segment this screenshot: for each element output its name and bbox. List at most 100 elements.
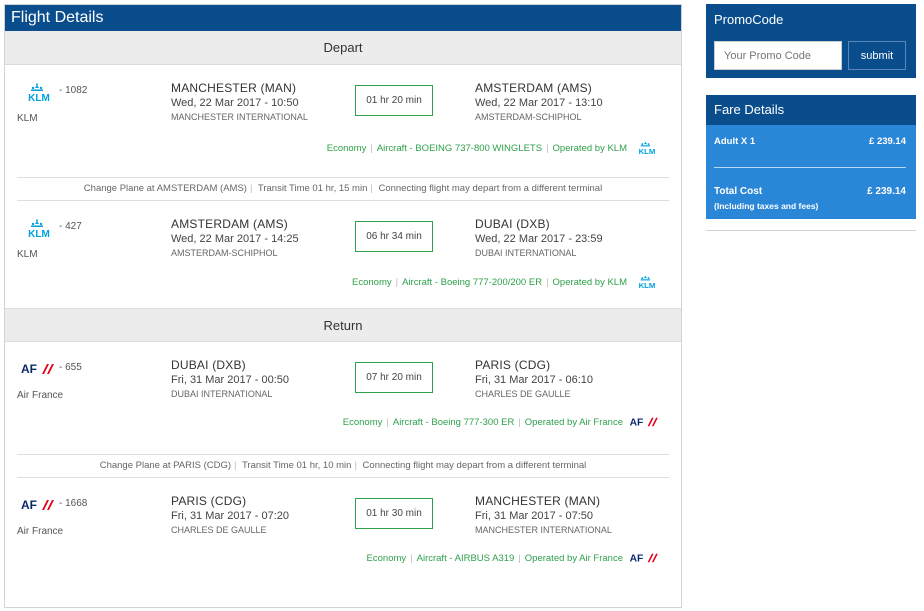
separator: | — [395, 276, 399, 288]
duration-box: 01 hr 20 min — [355, 85, 433, 116]
separator: | — [370, 142, 373, 154]
air-france-logo-icon: AF — [630, 417, 658, 428]
air-france-logo-icon: AF — [21, 362, 54, 376]
return-header: Return — [5, 308, 681, 342]
destination-airport: MANCHESTER INTERNATIONAL — [475, 525, 612, 535]
flight-segment: KLM - 427 KLM AMSTERDAM (AMS) Wed, 22 Ma… — [5, 201, 681, 308]
cabin-class: Economy — [366, 552, 407, 564]
separator: | — [546, 276, 549, 288]
air-france-logo-icon: AF — [21, 498, 54, 512]
separator: | — [370, 183, 373, 194]
airline-name: KLM — [17, 249, 38, 260]
destination-city: MANCHESTER (MAN) — [475, 494, 601, 508]
departure-datetime: Fri, 31 Mar 2017 - 00:50 — [171, 374, 290, 386]
aircraft-type: Aircraft - Boeing 777-300 ER — [392, 416, 515, 428]
origin-airport: AMSTERDAM-SCHIPHOL — [171, 248, 278, 258]
duration-box: 07 hr 20 min — [355, 362, 433, 393]
flight-number: - 655 — [59, 362, 82, 373]
arrival-datetime: Wed, 22 Mar 2017 - 13:10 — [475, 97, 603, 109]
duration-box: 01 hr 30 min — [355, 498, 433, 529]
transit-time: Transit Time 01 hr, 10 min — [241, 460, 352, 471]
separator: | — [386, 416, 389, 428]
taxes-note: (Including taxes and fees) — [714, 201, 819, 211]
arrival-datetime: Fri, 31 Mar 2017 - 06:10 — [475, 374, 594, 386]
destination-city: AMSTERDAM (AMS) — [475, 81, 592, 95]
origin-city: PARIS (CDG) — [171, 494, 247, 508]
fare-title: Fare Details — [706, 95, 916, 125]
separator: | — [354, 460, 357, 471]
promo-code-input[interactable] — [714, 41, 842, 70]
arrival-datetime: Wed, 22 Mar 2017 - 23:59 — [475, 233, 603, 245]
airline-name: Air France — [17, 526, 64, 537]
total-cost-row: Total Cost £ 239.14 — [714, 186, 906, 197]
cabin-class: Economy — [326, 142, 367, 154]
airline-name: KLM — [17, 113, 38, 124]
change-plane-bar: Change Plane at AMSTERDAM (AMS) | Transit… — [17, 177, 669, 201]
origin-city: AMSTERDAM (AMS) — [171, 217, 288, 231]
flight-number: - 1668 — [59, 498, 88, 509]
destination-airport: CHARLES DE GAULLE — [475, 389, 571, 399]
origin-airport: MANCHESTER INTERNATIONAL — [171, 112, 308, 122]
flight-info-line: Economy | Aircraft - AIRBUS A319 | Operate… — [367, 552, 661, 564]
flight-segment: KLM - 1082 KLM MANCHESTER (MAN) Wed, 22 … — [5, 65, 681, 177]
aircraft-type: Aircraft - AIRBUS A319 — [416, 552, 515, 564]
flight-info-line: Economy | Aircraft - BOEING 737-800 WINGL… — [327, 139, 661, 157]
svg-text:KLM: KLM — [639, 147, 656, 156]
air-france-logo-icon: AF — [630, 553, 658, 564]
change-plane-text: Change Plane at PARIS (CDG) — [99, 460, 232, 471]
aircraft-type: Aircraft - Boeing 777-200/200 ER — [402, 276, 543, 288]
fare-details-box: Fare Details Adult X 1 £ 239.14 Total Co… — [706, 95, 916, 219]
svg-text:KLM: KLM — [28, 229, 50, 239]
separator: | — [518, 552, 521, 564]
adult-value: £ 239.14 — [869, 136, 906, 147]
airline-name: Air France — [17, 390, 64, 401]
klm-logo-icon: KLM — [28, 83, 50, 103]
flight-info-line: Economy | Aircraft - Boeing 777-300 ER | O… — [343, 416, 661, 428]
cabin-class: Economy — [342, 416, 383, 428]
flight-details-panel: Flight Details Depart KLM - 1082 KLM MAN… — [4, 4, 682, 608]
promo-title: PromoCode — [714, 12, 784, 27]
terminal-note: Connecting flight may depart from a diff… — [378, 183, 603, 194]
origin-airport: DUBAI INTERNATIONAL — [171, 389, 273, 399]
departure-datetime: Fri, 31 Mar 2017 - 07:20 — [171, 510, 290, 522]
svg-text:KLM: KLM — [639, 281, 656, 290]
svg-text:AF: AF — [21, 498, 37, 512]
divider — [714, 167, 906, 168]
operated-by: Operated by KLM — [552, 276, 627, 288]
klm-logo-icon: KLM — [28, 219, 50, 239]
promo-code-box: PromoCode submit — [706, 4, 916, 78]
flight-segment: AF - 1668 Air France PARIS (CDG) Fri, 31… — [5, 478, 681, 578]
departure-datetime: Wed, 22 Mar 2017 - 14:25 — [171, 233, 299, 245]
operated-by: Operated by KLM — [552, 142, 627, 154]
duration-box: 06 hr 34 min — [355, 221, 433, 252]
destination-airport: AMSTERDAM-SCHIPHOL — [475, 112, 582, 122]
flight-number: - 1082 — [59, 85, 88, 96]
submit-button[interactable]: submit — [848, 41, 906, 70]
svg-text:AF: AF — [630, 553, 644, 564]
origin-city: DUBAI (DXB) — [171, 358, 246, 372]
transit-time: Transit Time 01 hr, 15 min — [257, 183, 368, 194]
change-plane-text: Change Plane at AMSTERDAM (AMS) — [83, 183, 247, 194]
separator: | — [234, 460, 237, 471]
flight-segment: AF - 655 Air France DUBAI (DXB) Fri, 31 … — [5, 342, 681, 454]
origin-city: MANCHESTER (MAN) — [171, 81, 297, 95]
separator: | — [546, 142, 549, 154]
depart-header: Depart — [5, 31, 681, 65]
total-value: £ 239.14 — [867, 186, 906, 197]
flight-number: - 427 — [59, 221, 82, 232]
departure-datetime: Wed, 22 Mar 2017 - 10:50 — [171, 97, 299, 109]
separator: | — [410, 552, 413, 564]
flight-info-line: Economy | Aircraft - Boeing 777-200/200 E… — [352, 273, 661, 291]
terminal-note: Connecting flight may depart from a diff… — [362, 460, 587, 471]
arrival-datetime: Fri, 31 Mar 2017 - 07:50 — [475, 510, 594, 522]
svg-text:AF: AF — [21, 362, 37, 376]
destination-city: PARIS (CDG) — [475, 358, 551, 372]
adult-label: Adult X 1 — [714, 136, 756, 147]
divider — [706, 230, 916, 231]
cabin-class: Economy — [352, 276, 392, 288]
operated-by: Operated by Air France — [524, 416, 623, 428]
destination-airport: DUBAI INTERNATIONAL — [475, 248, 577, 258]
change-plane-bar: Change Plane at PARIS (CDG) | Transit Tim… — [17, 454, 669, 478]
svg-text:KLM: KLM — [28, 93, 50, 103]
separator: | — [518, 416, 521, 428]
